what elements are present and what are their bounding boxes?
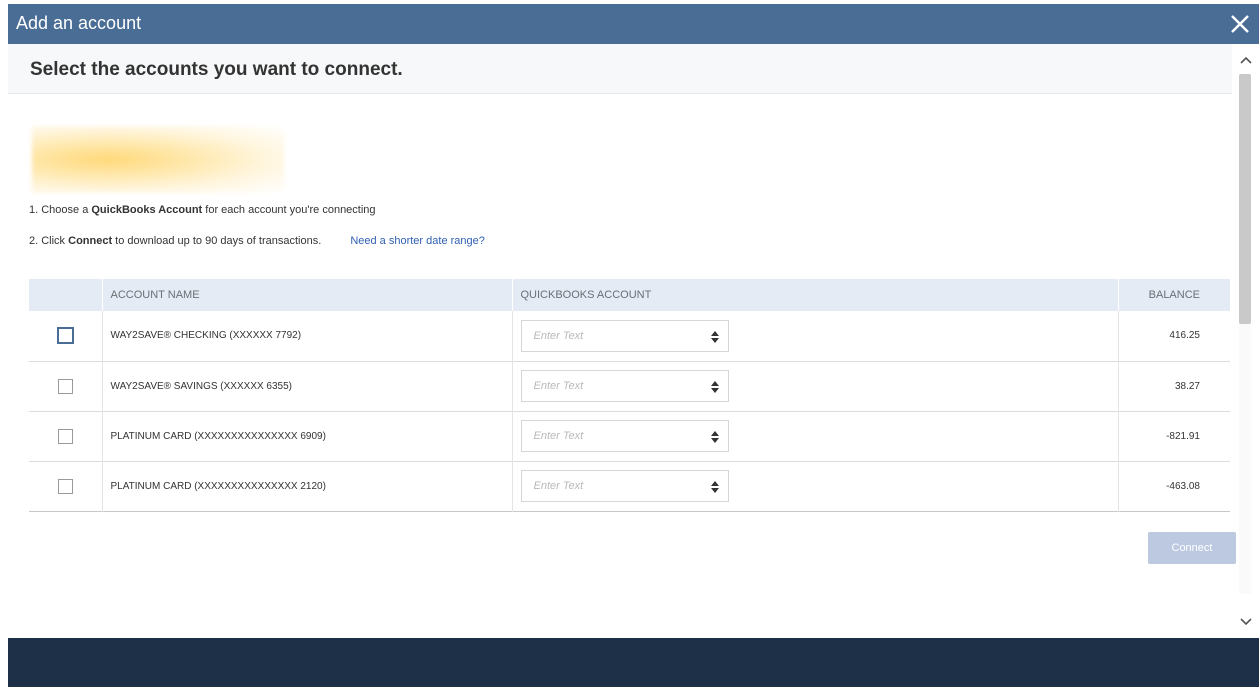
account-checkbox[interactable] xyxy=(57,428,73,444)
instruction-step-2: 2. Click Connect to download up to 90 da… xyxy=(29,235,485,247)
quickbooks-account-cell: Enter Text xyxy=(512,411,1119,461)
select-cell xyxy=(29,361,103,411)
instruction-2-suffix: to download up to 90 days of transaction… xyxy=(112,235,322,247)
scroll-track[interactable] xyxy=(1239,74,1251,594)
quickbooks-account-select[interactable]: Enter Text xyxy=(520,420,729,452)
page-title: Select the accounts you want to connect. xyxy=(30,59,403,80)
quickbooks-account-placeholder: Enter Text xyxy=(533,329,584,342)
connect-button[interactable]: Connect xyxy=(1148,532,1236,564)
subheader: Select the accounts you want to connect. xyxy=(8,44,1232,94)
instruction-step-1: 1. Choose a QuickBooks Account for each … xyxy=(29,204,376,216)
close-button[interactable] xyxy=(1221,4,1259,44)
quickbooks-account-placeholder: Enter Text xyxy=(533,430,584,442)
balance-cell: 38.27 xyxy=(1174,380,1200,392)
footer-bar xyxy=(8,638,1259,687)
dialog-header: Add an account xyxy=(8,4,1259,44)
table-row: PLATINUM CARD (XXXXXXXXXXXXXXX 2120) Ent… xyxy=(29,461,1230,511)
header-account-name: ACCOUNT NAME xyxy=(102,279,513,311)
chevron-up-icon xyxy=(1239,56,1252,64)
header-balance: BALANCE xyxy=(1148,289,1200,301)
instruction-1-prefix: 1. Choose a xyxy=(29,204,92,216)
quickbooks-account-cell: Enter Text xyxy=(512,361,1119,411)
balance-cell: -463.08 xyxy=(1166,480,1200,492)
close-icon xyxy=(1231,15,1249,33)
account-checkbox[interactable] xyxy=(57,478,73,494)
balance-cell: 416.25 xyxy=(1169,330,1200,342)
quickbooks-account-cell: Enter Text xyxy=(512,461,1119,511)
table-row: WAY2SAVE® CHECKING (XXXXXX 7792) Enter T… xyxy=(29,311,1230,361)
quickbooks-account-select[interactable]: Enter Text xyxy=(520,319,729,352)
account-checkbox[interactable] xyxy=(56,327,74,345)
sort-arrows-icon xyxy=(710,330,719,343)
quickbooks-account-select[interactable]: Enter Text xyxy=(520,370,729,402)
select-cell xyxy=(29,411,103,461)
sort-arrows-icon xyxy=(710,431,719,443)
account-name-cell: PLATINUM CARD (XXXXXXXXXXXXXXX 2120) xyxy=(102,461,513,511)
account-checkbox[interactable] xyxy=(57,378,73,394)
instruction-1-bold: QuickBooks Account xyxy=(91,204,203,216)
quickbooks-account-placeholder: Enter Text xyxy=(533,380,584,392)
scroll-up-button[interactable] xyxy=(1232,50,1259,70)
sort-arrows-icon xyxy=(710,381,719,393)
header-select-column xyxy=(29,279,103,311)
bank-logo xyxy=(32,126,284,193)
sort-arrows-icon xyxy=(710,481,719,493)
balance-cell: -821.91 xyxy=(1166,430,1200,442)
dialog-title: Add an account xyxy=(16,13,142,33)
instruction-2-prefix: 2. Click xyxy=(29,235,69,247)
table-row: WAY2SAVE® SAVINGS (XXXXXX 6355) Enter Te… xyxy=(29,361,1230,411)
quickbooks-account-select[interactable]: Enter Text xyxy=(520,470,729,502)
select-cell xyxy=(29,311,103,361)
shorter-date-range-link[interactable]: Need a shorter date range? xyxy=(350,235,485,247)
header-quickbooks-account: QUICKBOOKS ACCOUNT xyxy=(512,279,1119,311)
accounts-table: ACCOUNT NAME QUICKBOOKS ACCOUNT BALANCE … xyxy=(29,279,1230,512)
vertical-scrollbar[interactable] xyxy=(1232,44,1259,638)
quickbooks-account-cell: Enter Text xyxy=(512,311,1119,361)
scroll-down-button[interactable] xyxy=(1232,612,1259,632)
account-name-cell: PLATINUM CARD (XXXXXXXXXXXXXXX 6909) xyxy=(102,411,513,461)
table-header-row: ACCOUNT NAME QUICKBOOKS ACCOUNT BALANCE xyxy=(29,279,1230,311)
account-name-cell: WAY2SAVE® CHECKING (XXXXXX 7792) xyxy=(102,311,513,361)
account-name-cell: WAY2SAVE® SAVINGS (XXXXXX 6355) xyxy=(102,361,513,411)
select-cell xyxy=(29,461,103,511)
chevron-down-icon xyxy=(1239,618,1252,626)
instruction-1-suffix: for each account you're connecting xyxy=(202,204,376,216)
scroll-thumb[interactable] xyxy=(1239,74,1251,324)
table-row: PLATINUM CARD (XXXXXXXXXXXXXXX 6909) Ent… xyxy=(29,411,1230,461)
instruction-2-bold: Connect xyxy=(68,235,113,247)
quickbooks-account-placeholder: Enter Text xyxy=(533,480,584,492)
